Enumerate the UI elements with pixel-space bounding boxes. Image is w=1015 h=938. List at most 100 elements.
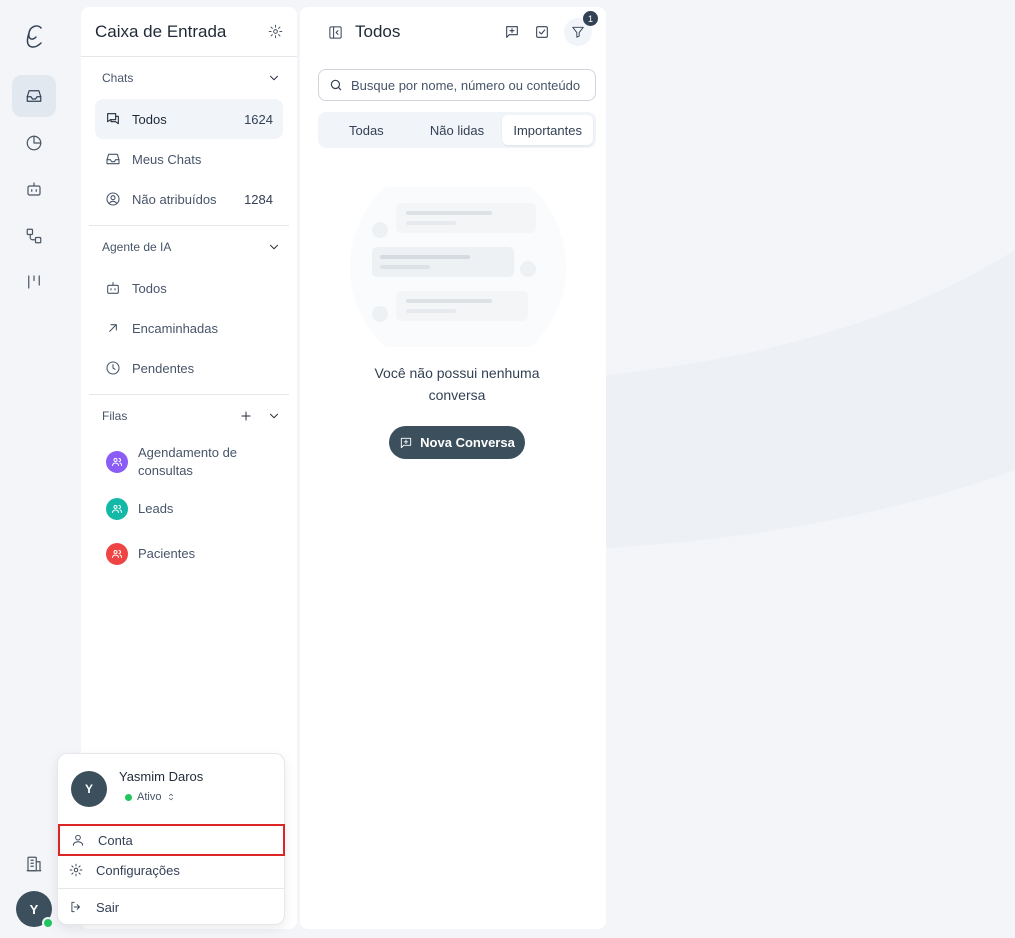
queue-item-pacientes[interactable]: Pacientes <box>81 531 297 577</box>
new-message-icon <box>401 437 412 448</box>
filter-badge: 1 <box>583 11 598 26</box>
messages-icon <box>107 113 119 125</box>
arrow-up-right-icon <box>109 324 117 332</box>
nav-count: 1284 <box>244 191 273 207</box>
gear-icon <box>69 863 83 877</box>
empty-state-illustration <box>350 187 566 347</box>
bot-icon <box>107 282 119 294</box>
queue-color-dot <box>106 451 128 473</box>
account-name: Yasmim Daros <box>119 769 204 784</box>
search-box[interactable] <box>318 69 596 101</box>
chevron-down-icon[interactable] <box>267 409 281 423</box>
gear-icon[interactable] <box>268 24 283 39</box>
chevron-up-down-icon <box>169 793 174 801</box>
nav-label: Pendentes <box>132 360 195 376</box>
nav-label: Encaminhadas <box>132 320 218 336</box>
rail-bot-button[interactable] <box>12 168 56 210</box>
nav-ai-pendentes[interactable]: Pendentes <box>95 348 283 388</box>
chats-header: Todos 1 <box>300 7 606 57</box>
plus-icon[interactable] <box>239 409 253 423</box>
rail-inbox-button[interactable] <box>12 75 56 117</box>
inbox-icon <box>106 153 120 165</box>
account-menu: Y Yasmim Daros Ativo Conta Configurações… <box>57 753 285 925</box>
rail-reports-button[interactable] <box>12 122 56 164</box>
sidebar-collapse-icon[interactable] <box>328 25 343 40</box>
pie-chart-icon <box>26 135 42 151</box>
inbox-header: Caixa de Entrada <box>81 7 297 57</box>
menu-item-label: Conta <box>98 832 133 848</box>
queue-item-leads[interactable]: Leads <box>81 487 297 531</box>
menu-item-sair[interactable]: Sair <box>58 891 284 923</box>
section-queues-label: Filas <box>102 409 128 423</box>
search-icon <box>330 79 342 91</box>
bot-icon <box>27 182 41 196</box>
nav-label: Meus Chats <box>132 151 202 167</box>
user-icon <box>72 834 84 846</box>
nav-chats-todos[interactable]: Todos 1624 <box>95 99 283 139</box>
status-selector[interactable]: Ativo <box>125 791 176 803</box>
chat-filter-tabs: Todas Não lidas Importantes <box>318 112 596 148</box>
section-chats-label: Chats <box>102 71 134 85</box>
nav-count: 1624 <box>244 111 273 127</box>
rail-kanban-button[interactable] <box>12 261 56 303</box>
filter-icon <box>572 26 584 38</box>
queue-item-agendamento[interactable]: Agendamento de consultas <box>81 437 297 487</box>
inbox-icon <box>26 90 42 102</box>
user-circle-icon <box>106 192 120 206</box>
tab-todas[interactable]: Todas <box>321 115 412 145</box>
chats-title: Todos <box>355 22 401 41</box>
chevron-down-icon[interactable] <box>267 71 281 85</box>
rail-workflow-button[interactable] <box>12 215 56 257</box>
tab-nao-lidas[interactable]: Não lidas <box>412 115 503 145</box>
chats-panel: Todos 1 Todas Não lidas Importantes <box>300 7 606 929</box>
nav-chats-meus-chats[interactable]: Meus Chats <box>95 139 283 179</box>
new-conversation-button[interactable]: Nova Conversa <box>389 426 525 459</box>
logout-icon <box>71 901 80 913</box>
building-icon <box>26 856 42 872</box>
kanban-icon <box>28 275 40 289</box>
queue-color-dot <box>106 543 128 565</box>
menu-item-conta[interactable]: Conta <box>58 824 285 856</box>
nav-label: Todos <box>132 111 167 127</box>
section-ai-agent-label: Agente de IA <box>102 240 172 254</box>
nav-label: Todos <box>132 280 167 296</box>
inbox-title: Caixa de Entrada <box>95 21 227 41</box>
new-message-icon[interactable] <box>504 24 520 40</box>
menu-item-label: Configurações <box>96 862 180 878</box>
queue-label: Leads <box>138 501 174 516</box>
filter-button[interactable]: 1 <box>564 11 598 46</box>
queue-color-dot <box>106 498 128 520</box>
tab-importantes[interactable]: Importantes <box>502 115 594 145</box>
queue-label: Pacientes <box>138 546 196 561</box>
chevron-down-icon[interactable] <box>267 240 281 254</box>
section-chats-header[interactable]: Chats <box>81 57 297 99</box>
menu-divider <box>58 888 284 889</box>
user-avatar[interactable]: Y <box>16 891 54 929</box>
account-avatar: Y <box>71 771 107 807</box>
status-dot <box>125 793 132 801</box>
section-queues-header[interactable]: Filas <box>81 395 297 437</box>
nav-label: Não atribuídos <box>132 191 217 207</box>
online-status-dot <box>42 917 54 929</box>
avatar-initial: Y <box>29 901 39 917</box>
section-ai-agent-header[interactable]: Agente de IA <box>81 226 297 268</box>
workflow-icon <box>26 228 42 244</box>
users-icon <box>112 458 122 466</box>
empty-state-message: Você não possui nenhuma conversa <box>374 365 540 403</box>
nav-ai-todos[interactable]: Todos <box>95 268 283 308</box>
background-decoration <box>606 0 1015 938</box>
users-icon <box>112 505 122 513</box>
new-conversation-label: Nova Conversa <box>420 435 515 450</box>
users-icon <box>112 550 122 558</box>
queue-label: Agendamento de consultas <box>138 445 238 478</box>
search-input[interactable] <box>351 77 581 93</box>
nav-ai-encaminhadas[interactable]: Encaminhadas <box>95 308 283 348</box>
nav-chats-nao-atribuidos[interactable]: Não atribuídos 1284 <box>95 179 283 219</box>
check-square-icon[interactable] <box>534 24 550 40</box>
status-label: Ativo <box>137 791 162 803</box>
clock-icon <box>106 361 120 375</box>
menu-item-configuracoes[interactable]: Configurações <box>58 854 284 886</box>
menu-item-label: Sair <box>96 899 120 915</box>
logo-icon <box>22 22 46 50</box>
rail-company-button[interactable] <box>12 843 56 885</box>
